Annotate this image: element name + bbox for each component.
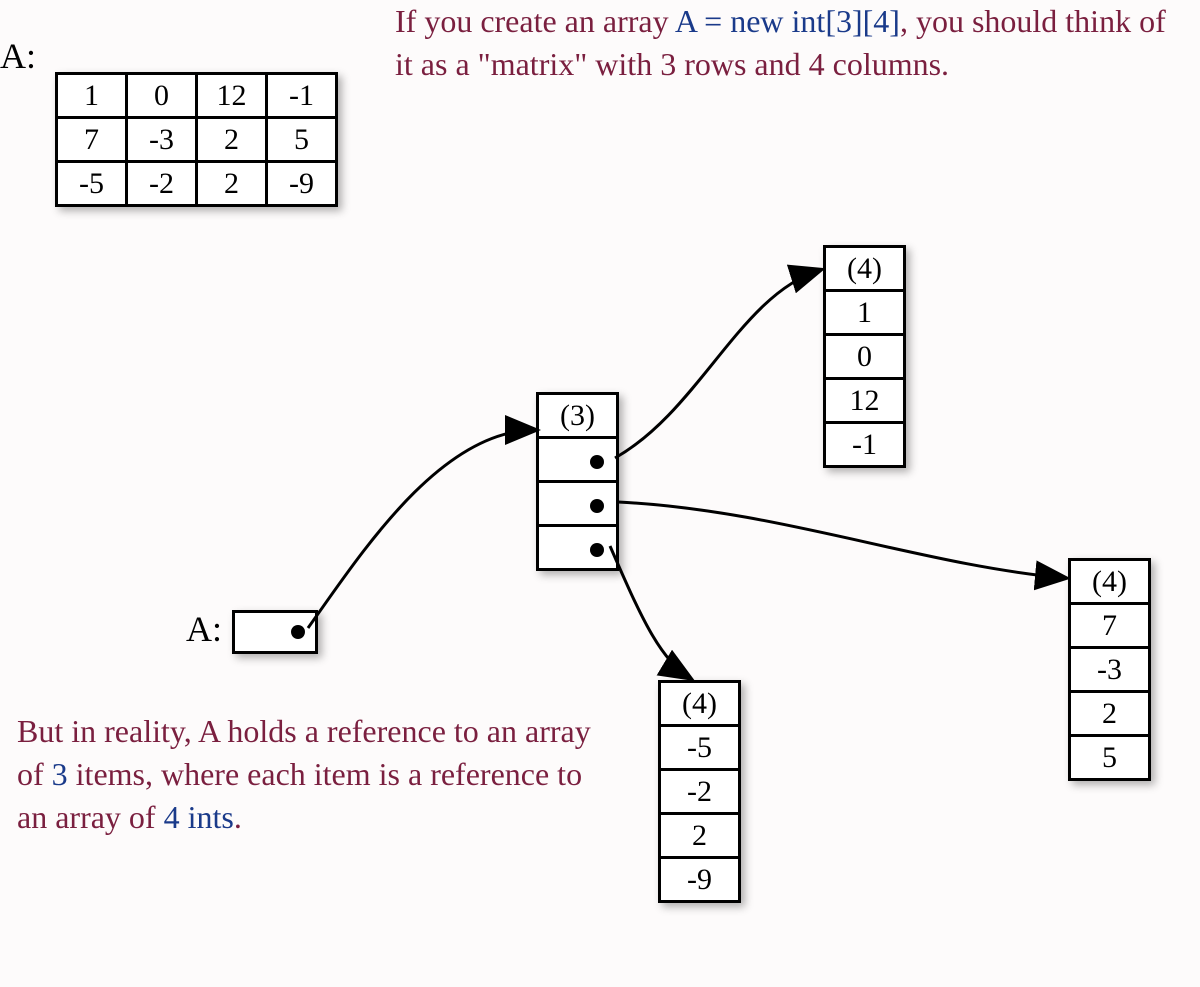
code-number: 4 ints	[164, 799, 234, 835]
array-cell: 2	[660, 814, 740, 858]
array-cell: 1	[825, 291, 905, 335]
text-segment: items, where each item is a reference to…	[17, 756, 582, 835]
array-header: (4)	[825, 247, 905, 291]
code-expression: A = new int[3][4]	[675, 3, 900, 39]
explanation-top: If you create an array A = new int[3][4]…	[395, 0, 1185, 86]
array-cell: -1	[825, 423, 905, 467]
inner-array-1: (4) -5 -2 2 -9	[658, 680, 741, 903]
matrix-cell: -3	[127, 118, 197, 162]
array-cell: 7	[1070, 604, 1150, 648]
code-number: 3	[52, 756, 68, 792]
matrix-cell: 7	[57, 118, 127, 162]
array-pointer-cell	[538, 482, 618, 526]
inner-array-0: (4) 1 0 12 -1	[823, 245, 906, 468]
label-a-bottom: A:	[186, 608, 222, 650]
pointer-dot	[291, 625, 305, 639]
matrix-cell: 0	[127, 74, 197, 118]
array-header: (3)	[538, 394, 618, 438]
array-cell: 5	[1070, 736, 1150, 780]
text-segment: If you create an array	[395, 3, 675, 39]
array-cell: 2	[1070, 692, 1150, 736]
pointer-dot	[590, 499, 604, 513]
label-a-top: A:	[0, 35, 36, 77]
text-segment: .	[234, 799, 242, 835]
outer-array: (3)	[536, 392, 619, 571]
array-cell: 12	[825, 379, 905, 423]
array-cell: -3	[1070, 648, 1150, 692]
matrix-cell: 5	[267, 118, 337, 162]
matrix-cell: 2	[197, 162, 267, 206]
pointer-dot	[590, 543, 604, 557]
matrix-cell: -9	[267, 162, 337, 206]
matrix-table: 1 0 12 -1 7 -3 2 5 -5 -2 2 -9	[55, 72, 338, 207]
array-cell: -9	[660, 858, 740, 902]
array-header: (4)	[660, 682, 740, 726]
array-header: (4)	[1070, 560, 1150, 604]
array-pointer-cell	[538, 438, 618, 482]
inner-array-2: (4) 7 -3 2 5	[1068, 558, 1151, 781]
variable-a-box	[232, 610, 318, 654]
matrix-cell: -5	[57, 162, 127, 206]
matrix-cell: 12	[197, 74, 267, 118]
pointer-dot	[590, 455, 604, 469]
matrix-cell: 2	[197, 118, 267, 162]
explanation-bottom: But in reality, A holds a reference to a…	[17, 710, 617, 840]
array-cell: 0	[825, 335, 905, 379]
array-cell: -5	[660, 726, 740, 770]
matrix-cell: -2	[127, 162, 197, 206]
array-cell: -2	[660, 770, 740, 814]
matrix-cell: 1	[57, 74, 127, 118]
array-pointer-cell	[538, 526, 618, 570]
matrix-cell: -1	[267, 74, 337, 118]
